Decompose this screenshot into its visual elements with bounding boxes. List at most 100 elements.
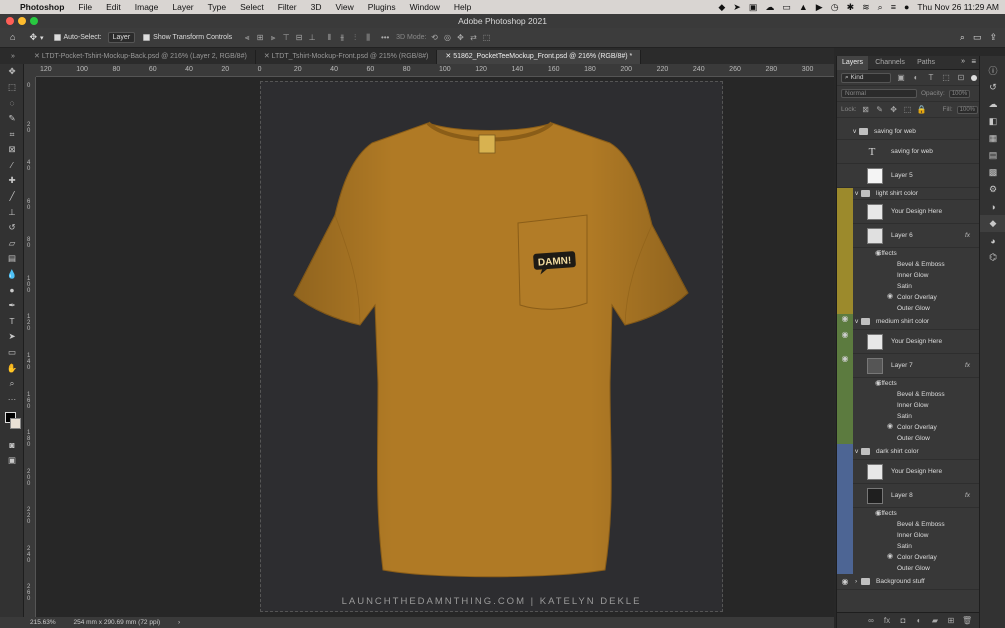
3d-scale-icon[interactable]: ⬚ [482, 33, 492, 42]
marquee-tool-icon[interactable]: ⬚ [0, 80, 24, 96]
visibility-icon[interactable]: ◉ [837, 329, 853, 354]
add-style-icon[interactable]: fx [882, 616, 892, 625]
frame-tool-icon[interactable]: ⊠ [0, 142, 24, 158]
tab-channels[interactable]: Channels [870, 56, 910, 70]
effect-satin[interactable]: Satin [837, 411, 980, 422]
fx-icon[interactable]: fx [965, 362, 970, 369]
effect-inner-glow[interactable]: Inner Glow [837, 400, 980, 411]
gradients-icon[interactable]: ▤ [980, 147, 1005, 164]
menu-layer[interactable]: Layer [172, 2, 193, 12]
layer-your-design-here-medium[interactable]: ◉ Your Design Here [837, 329, 980, 354]
tab-front-mockup[interactable]: ✕ LTDT_Tshirt-Mockup-Front.psd @ 215% (R… [256, 50, 438, 64]
add-mask-icon[interactable]: ◘ [898, 616, 908, 625]
history-brush-tool-icon[interactable]: ↺ [0, 220, 24, 236]
layer-group-medium-shirt-color[interactable]: ◉ v medium shirt color [837, 313, 980, 330]
lock-pixels-icon[interactable]: ✎ [875, 105, 885, 114]
delete-layer-icon[interactable]: 🗑 [962, 616, 972, 625]
effect-satin[interactable]: Satin [837, 541, 980, 552]
move-tool-icon[interactable]: ✥ [29, 33, 37, 42]
app-status-icon[interactable]: ▣ [749, 2, 758, 12]
menu-window[interactable]: Window [410, 2, 440, 12]
visibility-icon[interactable]: ◉ [875, 379, 881, 387]
visibility-off-icon[interactable] [837, 199, 853, 224]
more-options-icon[interactable]: ••• [380, 33, 390, 42]
wifi-icon[interactable]: ≋ [862, 2, 870, 12]
status-chevron-icon[interactable]: › [178, 619, 180, 626]
panel-menu-icon[interactable]: ≡ [971, 57, 976, 66]
dropbox-icon[interactable]: ◆ [718, 2, 725, 12]
layer-your-design-here-dark[interactable]: Your Design Here [837, 459, 980, 484]
learn-icon[interactable]: ⓘ [980, 62, 1005, 79]
visibility-icon[interactable]: ◉ [837, 313, 853, 330]
blend-mode-dropdown[interactable]: Normal [841, 89, 917, 98]
effect-outer-glow[interactable]: Outer Glow [837, 563, 980, 574]
visibility-icon[interactable]: ◉ [875, 249, 881, 257]
cloud-icon[interactable]: ☁ [765, 2, 774, 12]
layer-text-saving-for-web[interactable]: T saving for web [837, 140, 980, 164]
filter-type-icon[interactable]: T [926, 73, 936, 82]
fx-icon[interactable]: fx [965, 232, 970, 239]
profile-icon[interactable]: ▲ [799, 2, 808, 12]
collapse-panel-icon[interactable]: » [961, 58, 965, 65]
visibility-off-icon[interactable] [837, 483, 853, 508]
lock-transparency-icon[interactable]: ⊠ [861, 105, 871, 114]
new-layer-icon[interactable]: ⊞ [946, 616, 956, 625]
effect-bevel-emboss[interactable]: Bevel & Emboss [837, 259, 980, 270]
screen-icon[interactable]: ▭ [782, 2, 791, 12]
filter-adjustment-icon[interactable]: ◐ [911, 73, 921, 82]
app-menu[interactable]: Photoshop [20, 2, 64, 12]
filter-toggle-icon[interactable] [971, 74, 977, 81]
gradient-tool-icon[interactable]: ▤ [0, 251, 24, 267]
effect-color-overlay[interactable]: Color Overlay [837, 422, 980, 433]
ruler-vertical[interactable]: 0 20 40 60 80 100 120 140 160 180 200 220 240 260 [24, 77, 36, 617]
control-center-icon[interactable]: ≡ [891, 2, 896, 12]
patterns-icon[interactable]: ▩ [980, 164, 1005, 181]
menu-edit[interactable]: Edit [106, 2, 121, 12]
siri-icon[interactable]: ● [904, 2, 909, 12]
tab-pocket-tee-mockup[interactable]: ✕ 51862_PocketTeeMockup_Front.psd @ 216%… [437, 50, 642, 64]
crop-tool-icon[interactable]: ⌗ [0, 126, 24, 142]
color-icon[interactable]: ◑ [980, 198, 1005, 215]
visibility-off-icon[interactable] [837, 443, 853, 460]
align-right-icon[interactable]: ⫸ [268, 33, 278, 42]
zoom-window-button[interactable] [30, 17, 38, 25]
effect-outer-glow[interactable]: Outer Glow [837, 433, 980, 444]
lock-all-icon[interactable]: 🔒 [917, 105, 927, 114]
align-hcenter-icon[interactable]: ⊞ [255, 33, 265, 42]
hand-tool-icon[interactable]: ✋ [0, 360, 24, 376]
clock-icon[interactable]: ◷ [831, 2, 839, 12]
visibility-icon[interactable]: ◉ [875, 509, 881, 517]
menu-plugins[interactable]: Plugins [368, 2, 396, 12]
layers-panel-icon[interactable]: ◆ [980, 215, 1005, 232]
lock-artboard-icon[interactable]: ⬚ [903, 105, 913, 114]
layer-8[interactable]: Layer 8 fx [837, 483, 980, 508]
quick-mask-icon[interactable]: ◙ [0, 437, 24, 453]
path-selection-tool-icon[interactable]: ➤ [0, 329, 24, 345]
background-color-swatch[interactable] [10, 418, 21, 430]
layer-6[interactable]: Layer 6 fx [837, 223, 980, 248]
filter-shape-icon[interactable]: ⬚ [941, 73, 951, 82]
screen-mode-icon[interactable]: ▣ [0, 453, 24, 469]
tab-back-mockup[interactable]: ✕ LTDT-Pocket-Tshirt-Mockup-Back.psd @ 2… [26, 50, 256, 64]
pen-tool-icon[interactable]: ✒ [0, 298, 24, 314]
3d-orbit-icon[interactable]: ⟲ [430, 33, 440, 42]
move-tool-icon[interactable]: ✥ [0, 64, 24, 80]
minimize-window-button[interactable] [18, 17, 26, 25]
layer-5[interactable]: Layer 5 [837, 164, 980, 188]
tab-layers[interactable]: Layers [837, 56, 869, 70]
play-icon[interactable]: ▶ [816, 2, 823, 12]
layer-your-design-here-light[interactable]: Your Design Here [837, 199, 980, 224]
libraries-icon[interactable]: ☁ [980, 96, 1005, 113]
search-icon[interactable]: ⌕ [960, 33, 965, 42]
menu-help[interactable]: Help [454, 2, 471, 12]
3d-roll-icon[interactable]: ◎ [443, 33, 453, 42]
close-window-button[interactable] [6, 17, 14, 25]
layer-group-background-stuff[interactable]: ◉ › Background stuff [837, 574, 980, 590]
menu-file[interactable]: File [78, 2, 92, 12]
visibility-icon[interactable]: ◉ [837, 353, 853, 378]
bluetooth-icon[interactable]: ✱ [847, 2, 855, 12]
link-layers-icon[interactable]: ∞ [866, 616, 876, 625]
search-icon[interactable]: ⌕ [878, 2, 883, 12]
distribute-bottom-icon[interactable]: ⫶ [350, 33, 360, 42]
close-tab-icon[interactable]: ✕ [264, 53, 272, 60]
